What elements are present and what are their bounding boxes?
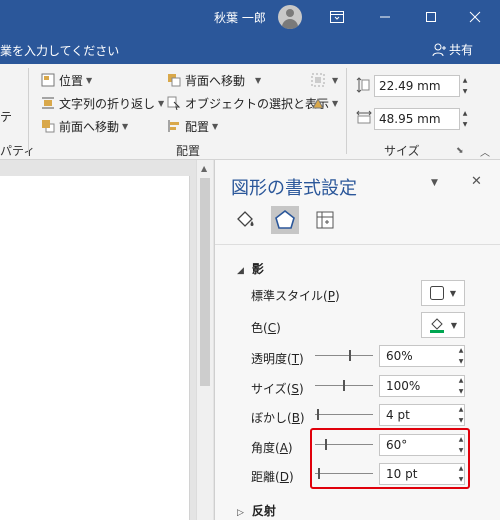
selection-pane-button[interactable]: オブジェクトの選択と表示: [166, 93, 329, 113]
ribbon-separator: [28, 68, 29, 154]
tab-layout-properties[interactable]: [311, 206, 339, 234]
ribbon: テ パティ 位置 ▼ 文字列の折り返し ▼ 前面へ移動 ▼ 背面へ移動 ▼ オブジェクト…: [0, 64, 500, 160]
title-bar: 秋葉 一郎: [0, 0, 500, 34]
expanded-triangle-icon: ◢: [237, 266, 244, 276]
blur-input[interactable]: 4 pt: [379, 404, 465, 426]
send-backward-button[interactable]: 背面へ移動 ▼: [166, 70, 261, 90]
user-name[interactable]: 秋葉 一郎: [214, 9, 266, 26]
blur-slider[interactable]: [315, 409, 373, 421]
scroll-thumb[interactable]: [200, 178, 210, 386]
size-group-label: サイズ: [384, 144, 420, 158]
transparency-slider[interactable]: [315, 350, 373, 362]
group-objects-button[interactable]: ▼: [310, 70, 338, 90]
size-label: サイズ(S): [251, 382, 304, 396]
size-slider[interactable]: [315, 380, 373, 392]
shadow-preset-dropdown[interactable]: ▼: [421, 280, 465, 306]
angle-label: 角度(A): [251, 441, 293, 455]
size-spinner[interactable]: ▲ ▼: [457, 375, 465, 397]
align-button[interactable]: 配置 ▼: [166, 116, 218, 136]
document-area: ▲: [0, 160, 214, 520]
shape-height-input[interactable]: 22.49 mm: [374, 75, 460, 97]
chevron-down-icon: ▼: [449, 288, 457, 298]
highlight-box: [310, 428, 470, 489]
align-icon: [166, 118, 182, 134]
group-icon: [310, 72, 326, 88]
pane-close-icon[interactable]: ✕: [471, 174, 482, 189]
color-label: 色(C): [251, 321, 281, 335]
close-icon[interactable]: [464, 6, 486, 28]
send-backward-icon: [166, 72, 182, 88]
person-add-icon: [432, 43, 446, 56]
wrap-text-button[interactable]: 文字列の折り返し ▼: [40, 93, 164, 113]
transparency-input[interactable]: 60%: [379, 345, 465, 367]
maximize-icon[interactable]: [420, 6, 442, 28]
minimize-icon[interactable]: [374, 6, 396, 28]
width-spinner[interactable]: ▲ ▼: [460, 108, 470, 130]
shadow-color-dropdown[interactable]: ▼: [421, 312, 465, 338]
position-icon: [40, 72, 56, 88]
chevron-down-icon: ▼: [450, 320, 458, 330]
selection-pane-icon: [166, 95, 182, 111]
bring-forward-button[interactable]: 前面へ移動 ▼: [40, 116, 128, 136]
fill-line-icon: [237, 211, 254, 227]
collapse-ribbon-icon[interactable]: ︿: [480, 144, 490, 159]
tab-effects[interactable]: [271, 206, 299, 234]
collapsed-triangle-icon: ▷: [237, 508, 244, 518]
pane-divider: [215, 244, 500, 245]
arrange-group-label: 配置: [176, 144, 201, 158]
height-spinner[interactable]: ▲ ▼: [460, 75, 470, 97]
ribbon-display-options-icon[interactable]: [326, 6, 348, 28]
size-input[interactable]: 100%: [379, 375, 465, 397]
scroll-up-icon[interactable]: ▲: [201, 164, 207, 173]
wrap-text-icon: [40, 95, 56, 111]
tab-fill-line[interactable]: [231, 206, 259, 234]
document-page[interactable]: [0, 176, 190, 520]
paint-bucket-icon: [429, 318, 444, 333]
rotate-icon: [310, 95, 326, 111]
width-icon: [356, 110, 372, 127]
pane-options-icon[interactable]: ▼: [431, 178, 438, 188]
ribbon-partial-label: パティ: [0, 144, 36, 158]
transparency-spinner[interactable]: ▲ ▼: [457, 345, 465, 367]
share-label: 共有: [449, 43, 474, 57]
transparency-label: 透明度(T): [251, 352, 304, 366]
rotate-button[interactable]: ▼: [310, 93, 338, 113]
vertical-scrollbar[interactable]: ▲: [196, 160, 213, 520]
shadow-section-header[interactable]: ◢ 影: [237, 260, 264, 277]
layout-properties-icon: [316, 211, 334, 229]
ribbon-partial-button[interactable]: テ: [0, 106, 12, 126]
tell-me-bar: 業を入力してください 共有: [0, 34, 500, 64]
blur-spinner[interactable]: ▲ ▼: [457, 404, 465, 426]
shape-width-input[interactable]: 48.95 mm: [374, 108, 460, 130]
pane-title: 図形の書式設定: [231, 178, 357, 199]
preset-label: 標準スタイル(P): [251, 289, 340, 303]
distance-label: 距離(D): [251, 470, 294, 484]
avatar[interactable]: [278, 5, 302, 29]
position-button[interactable]: 位置 ▼: [40, 70, 92, 90]
reflection-section-header[interactable]: ▷ 反射: [237, 502, 276, 519]
share-button[interactable]: 共有: [432, 41, 473, 58]
blur-label: ぼかし(B): [251, 411, 305, 425]
effects-icon: [275, 209, 295, 229]
bring-forward-icon: [40, 118, 56, 134]
tell-me-input[interactable]: 業を入力してください: [0, 42, 119, 59]
ribbon-separator: [346, 68, 347, 154]
preset-swatch-icon: [429, 286, 444, 300]
height-icon: [356, 77, 370, 96]
size-dialog-launcher-icon[interactable]: ⬊: [456, 146, 464, 156]
